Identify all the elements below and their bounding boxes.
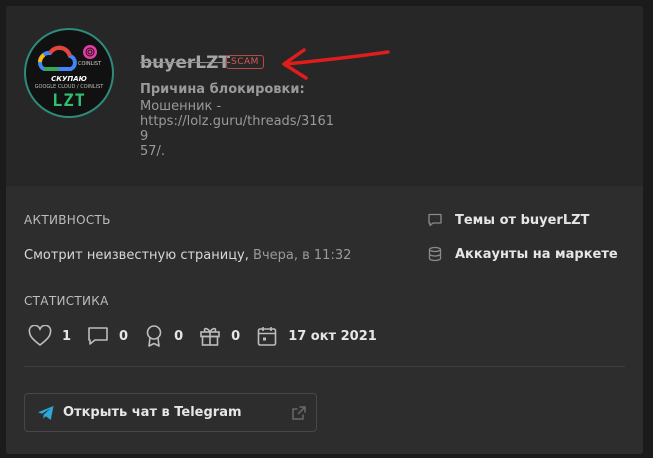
username-link[interactable]: buyerLZT bbox=[140, 53, 230, 73]
market-accounts-link[interactable]: Аккаунты на маркете bbox=[427, 246, 618, 262]
activity-status: Смотрит неизвестную страницу, Вчера, в 1… bbox=[24, 248, 351, 263]
avatar[interactable]: COINLIST СКУПАЮ GOOGLE CLOUD / COINLIST … bbox=[24, 28, 114, 118]
open-telegram-button[interactable]: Открыть чат в Telegram bbox=[24, 393, 317, 432]
market-accounts-label: Аккаунты на маркете bbox=[455, 246, 618, 262]
stat-messages-value: 0 bbox=[119, 328, 129, 344]
stat-likes[interactable]: 1 bbox=[28, 325, 71, 347]
stat-messages[interactable]: 0 bbox=[87, 325, 128, 347]
message-icon bbox=[88, 327, 108, 345]
scam-badge: SCAM bbox=[226, 55, 264, 69]
stat-trophies-value: 0 bbox=[174, 328, 184, 344]
telegram-icon bbox=[38, 406, 54, 420]
ban-reason-link[interactable]: https://lolz.guru/threads/31619 57/. bbox=[140, 114, 340, 159]
ban-reason-line-1: Мошенник - bbox=[140, 99, 222, 114]
activity-label: АКТИВНОСТЬ bbox=[24, 213, 111, 227]
stats-label: СТАТИСТИКА bbox=[24, 294, 109, 308]
stat-registered: 17 окт 2021 bbox=[256, 325, 377, 347]
gift-icon bbox=[200, 327, 220, 346]
avatar-text-logo: LZT bbox=[52, 91, 86, 111]
annotation-arrow-icon bbox=[282, 48, 390, 80]
medal-icon bbox=[146, 325, 162, 347]
ban-reason-title: Причина блокировки: bbox=[140, 82, 305, 97]
user-threads-label: Темы от buyerLZT bbox=[455, 212, 590, 228]
stats-row: 1 0 0 0 17 окт 2021 bbox=[28, 324, 393, 348]
avatar-text-top: COINLIST bbox=[78, 61, 102, 67]
heart-icon bbox=[28, 325, 52, 346]
open-telegram-label: Открыть чат в Telegram bbox=[63, 405, 242, 420]
comment-icon bbox=[428, 213, 442, 227]
stat-gifts[interactable]: 0 bbox=[199, 325, 240, 347]
stat-gifts-value: 0 bbox=[231, 328, 241, 344]
avatar-text-mid: СКУПАЮ bbox=[51, 75, 87, 83]
user-threads-link[interactable]: Темы от buyerLZT bbox=[427, 212, 589, 228]
activity-time: Вчера, в 11:32 bbox=[253, 248, 352, 263]
profile-card: COINLIST СКУПАЮ GOOGLE CLOUD / COINLIST … bbox=[6, 6, 643, 454]
stat-registered-value: 17 окт 2021 bbox=[288, 328, 377, 344]
stat-likes-value: 1 bbox=[62, 328, 72, 344]
stat-trophies[interactable]: 0 bbox=[144, 324, 183, 348]
divider bbox=[24, 366, 625, 367]
calendar-icon bbox=[257, 327, 277, 346]
activity-status-text: Смотрит неизвестную страницу, bbox=[24, 248, 249, 263]
database-icon bbox=[428, 246, 442, 262]
ban-reason-text: Мошенник - https://lolz.guru/threads/316… bbox=[140, 99, 340, 159]
avatar-text-sub: GOOGLE CLOUD / COINLIST bbox=[34, 84, 104, 90]
external-link-icon bbox=[292, 406, 306, 420]
